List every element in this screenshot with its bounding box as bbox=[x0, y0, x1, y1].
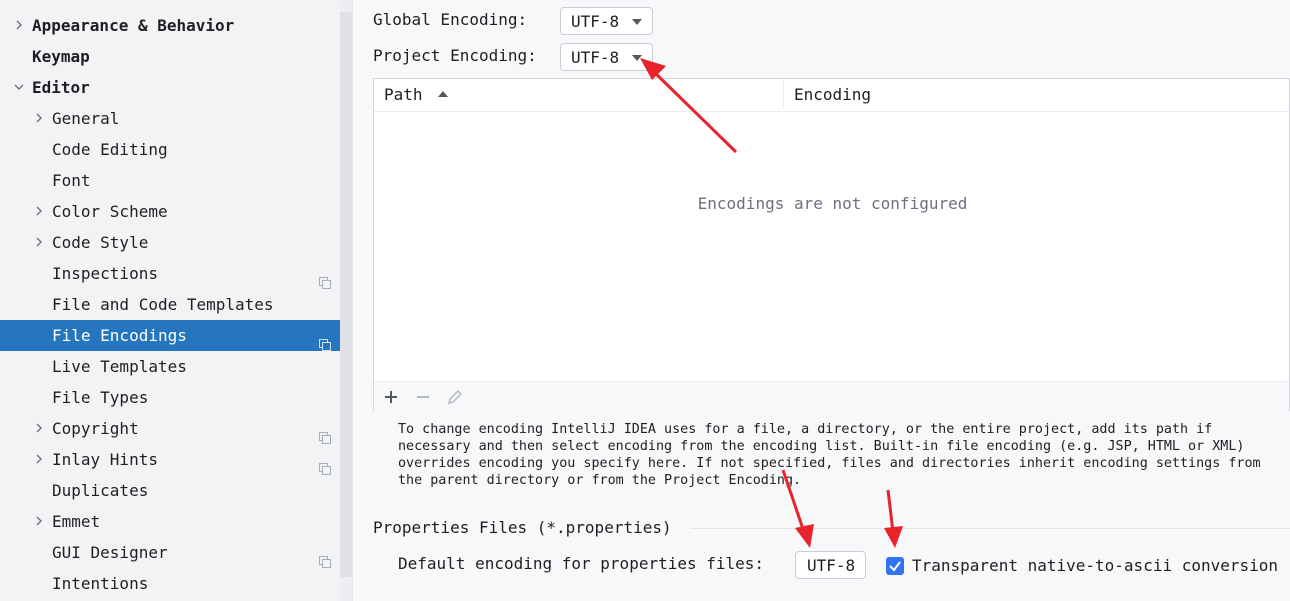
sidebar-item-appearance-behavior[interactable]: Appearance & Behavior bbox=[0, 10, 352, 41]
sidebar-item-label: File Encodings bbox=[52, 326, 187, 345]
sidebar-item-label: Copyright bbox=[52, 419, 139, 438]
sidebar-item-copyright[interactable]: Copyright bbox=[0, 413, 352, 444]
chevron-right-icon[interactable] bbox=[32, 444, 46, 475]
settings-sidebar: Appearance & Behavior Keymap Editor General… bbox=[0, 0, 352, 601]
sidebar-item-label: Keymap bbox=[32, 47, 90, 66]
checkmark-icon bbox=[889, 561, 901, 572]
sidebar-item-inlay-hints[interactable]: Inlay Hints bbox=[0, 444, 352, 475]
column-label-encoding: Encoding bbox=[794, 85, 872, 104]
sidebar-item-label: Inlay Hints bbox=[52, 450, 158, 469]
project-scope-icon bbox=[319, 454, 331, 475]
sidebar-item-code-editing[interactable]: Code Editing bbox=[0, 134, 352, 165]
sidebar-item-label: Font bbox=[52, 171, 91, 190]
sidebar-item-label: Emmet bbox=[52, 512, 101, 531]
chevron-down-icon[interactable] bbox=[12, 72, 26, 103]
sort-ascending-icon bbox=[438, 91, 449, 97]
sidebar-item-label: Intentions bbox=[52, 574, 149, 593]
sidebar-item-code-style[interactable]: Code Style bbox=[0, 227, 352, 258]
encodings-table[interactable]: Path Encoding Encodings are not configur… bbox=[373, 78, 1290, 412]
sidebar-item-label: File and Code Templates bbox=[52, 295, 274, 314]
sidebar-item-emmet[interactable]: Emmet bbox=[0, 506, 352, 537]
remove-button[interactable] bbox=[413, 388, 433, 406]
sidebar-item-editor[interactable]: Editor bbox=[0, 72, 352, 103]
properties-section-title: Properties Files (*.properties) bbox=[373, 518, 672, 537]
minus-icon bbox=[417, 396, 429, 398]
dropdown-arrow-icon bbox=[632, 55, 642, 61]
add-button[interactable] bbox=[381, 388, 401, 406]
column-label-path: Path bbox=[384, 85, 423, 104]
sidebar-item-label: Duplicates bbox=[52, 481, 149, 500]
global-encoding-select[interactable]: UTF-8 bbox=[560, 7, 653, 35]
default-encoding-label: Default encoding for properties files: bbox=[398, 554, 765, 573]
project-scope-icon bbox=[319, 268, 331, 289]
sidebar-item-duplicates[interactable]: Duplicates bbox=[0, 475, 352, 506]
column-separator[interactable] bbox=[783, 81, 784, 109]
sidebar-item-inspections[interactable]: Inspections bbox=[0, 258, 352, 289]
project-scope-icon bbox=[319, 423, 331, 444]
column-header-path[interactable]: Path bbox=[384, 79, 449, 111]
default-encoding-select[interactable]: UTF-8 bbox=[795, 551, 866, 579]
sidebar-item-label: General bbox=[52, 109, 120, 128]
global-encoding-value: UTF-8 bbox=[571, 12, 620, 31]
chevron-right-icon[interactable] bbox=[32, 227, 46, 258]
transparent-conversion-checkbox[interactable] bbox=[886, 557, 904, 575]
table-header: Path Encoding bbox=[374, 79, 1289, 112]
chevron-right-icon[interactable] bbox=[32, 413, 46, 444]
sidebar-item-intentions[interactable]: Intentions bbox=[0, 568, 352, 599]
column-header-encoding[interactable]: Encoding bbox=[794, 79, 871, 111]
sidebar-scrollbar-thumb[interactable] bbox=[340, 12, 352, 577]
pencil-icon bbox=[447, 389, 463, 405]
sidebar-item-label: GUI Designer bbox=[52, 543, 168, 562]
sidebar-item-color-scheme[interactable]: Color Scheme bbox=[0, 196, 352, 227]
help-text: To change encoding IntelliJ IDEA uses fo… bbox=[398, 422, 1261, 488]
sidebar-item-label: Color Scheme bbox=[52, 202, 168, 221]
table-toolbar bbox=[374, 381, 1289, 412]
sidebar-item-label: File Types bbox=[52, 388, 149, 407]
project-encoding-label: Project Encoding: bbox=[373, 46, 537, 65]
default-encoding-value: UTF-8 bbox=[807, 556, 856, 575]
chevron-right-icon[interactable] bbox=[32, 196, 46, 227]
empty-table-message: Encodings are not configured bbox=[697, 194, 968, 213]
chevron-right-icon[interactable] bbox=[12, 10, 26, 41]
sidebar-item-label: Appearance & Behavior bbox=[32, 16, 235, 35]
sidebar-item-general[interactable]: General bbox=[0, 103, 352, 134]
chevron-right-icon[interactable] bbox=[32, 506, 46, 537]
project-encoding-value: UTF-8 bbox=[571, 48, 620, 67]
sidebar-item-label: Live Templates bbox=[52, 357, 187, 376]
global-encoding-label: Global Encoding: bbox=[373, 10, 528, 29]
sidebar-item-file-encodings[interactable]: File Encodings bbox=[0, 320, 352, 351]
sidebar-item-keymap[interactable]: Keymap bbox=[0, 41, 352, 72]
sidebar-item-label: Inspections bbox=[52, 264, 158, 283]
sidebar-item-font[interactable]: Font bbox=[0, 165, 352, 196]
edit-button[interactable] bbox=[445, 388, 465, 406]
project-scope-icon bbox=[319, 330, 331, 351]
section-separator bbox=[690, 528, 1290, 529]
dropdown-arrow-icon bbox=[632, 19, 642, 25]
sidebar-item-gui-designer[interactable]: GUI Designer bbox=[0, 537, 352, 568]
sidebar-item-label: Code Style bbox=[52, 233, 149, 252]
chevron-right-icon[interactable] bbox=[32, 103, 46, 134]
sidebar-item-live-templates[interactable]: Live Templates bbox=[0, 351, 352, 382]
sidebar-item-file-and-code-templates[interactable]: File and Code Templates bbox=[0, 289, 352, 320]
project-scope-icon bbox=[319, 547, 331, 568]
sidebar-item-label: Editor bbox=[32, 78, 90, 97]
project-encoding-select[interactable]: UTF-8 bbox=[560, 43, 653, 71]
transparent-conversion-label: Transparent native-to-ascii conversion bbox=[912, 556, 1279, 575]
plus-icon bbox=[385, 391, 397, 403]
sidebar-item-file-types[interactable]: File Types bbox=[0, 382, 352, 413]
sidebar-item-label: Code Editing bbox=[52, 140, 168, 159]
